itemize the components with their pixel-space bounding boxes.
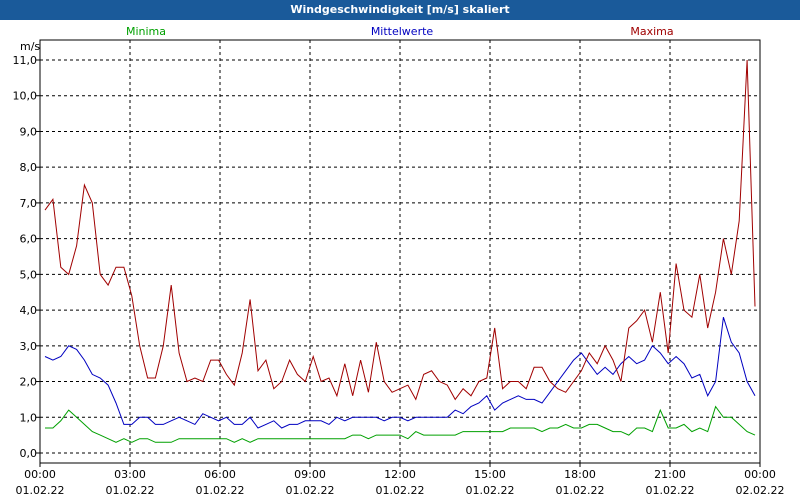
y-tick-label: 9,0 — [20, 125, 38, 138]
y-axis-ticks: 0,0 1,0 2,0 3,0 4,0 5,0 6,0 7,0 8,0 9,0 10,0 11,0 — [13, 54, 40, 460]
y-tick-label: 8,0 — [20, 161, 38, 174]
x-tick-date: 01.02.22 — [106, 484, 155, 497]
x-tick-time: 03:00 — [114, 468, 146, 481]
x-tick-date: 01.02.22 — [376, 484, 425, 497]
x-tick-time: 18:00 — [564, 468, 596, 481]
grid-lines — [40, 40, 760, 463]
y-tick-label: 2,0 — [20, 376, 38, 389]
legend-minima: Minima — [126, 25, 166, 38]
x-tick-date: 02.02.22 — [736, 484, 785, 497]
x-tick-time: 21:00 — [654, 468, 686, 481]
x-tick-date: 01.02.22 — [196, 484, 245, 497]
x-tick-time: 09:00 — [294, 468, 326, 481]
legend-maxima: Maxima — [630, 25, 673, 38]
y-tick-label: 4,0 — [20, 304, 38, 317]
y-tick-label: 3,0 — [20, 340, 38, 353]
x-tick-date: 01.02.22 — [556, 484, 605, 497]
x-tick-time: 12:00 — [384, 468, 416, 481]
legend-mittelwerte: Mittelwerte — [371, 25, 434, 38]
y-tick-label: 5,0 — [20, 268, 38, 281]
line-chart: 0,0 1,0 2,0 3,0 4,0 5,0 6,0 7,0 8,0 9,0 10,0 11,0 0… — [13, 25, 785, 497]
y-tick-label: 11,0 — [13, 54, 38, 67]
x-tick-date: 01.02.22 — [646, 484, 695, 497]
x-tick-time: 15:00 — [474, 468, 506, 481]
y-tick-label: 10,0 — [13, 90, 38, 103]
x-tick-time: 00:00 — [744, 468, 776, 481]
x-tick-date: 01.02.22 — [466, 484, 515, 497]
y-tick-label: 1,0 — [20, 411, 38, 424]
x-tick-date: 01.02.22 — [16, 484, 65, 497]
y-tick-label: 6,0 — [20, 233, 38, 246]
x-tick-time: 06:00 — [204, 468, 236, 481]
x-axis-ticks: 00:00 01.02.22 03:00 01.02.22 06:00 01.02.22 0… — [16, 463, 785, 497]
y-axis-label: m/s — [20, 40, 40, 53]
x-tick-date: 01.02.22 — [286, 484, 335, 497]
x-tick-time: 00:00 — [24, 468, 56, 481]
y-tick-label: 0,0 — [20, 447, 38, 460]
y-tick-label: 7,0 — [20, 197, 38, 210]
